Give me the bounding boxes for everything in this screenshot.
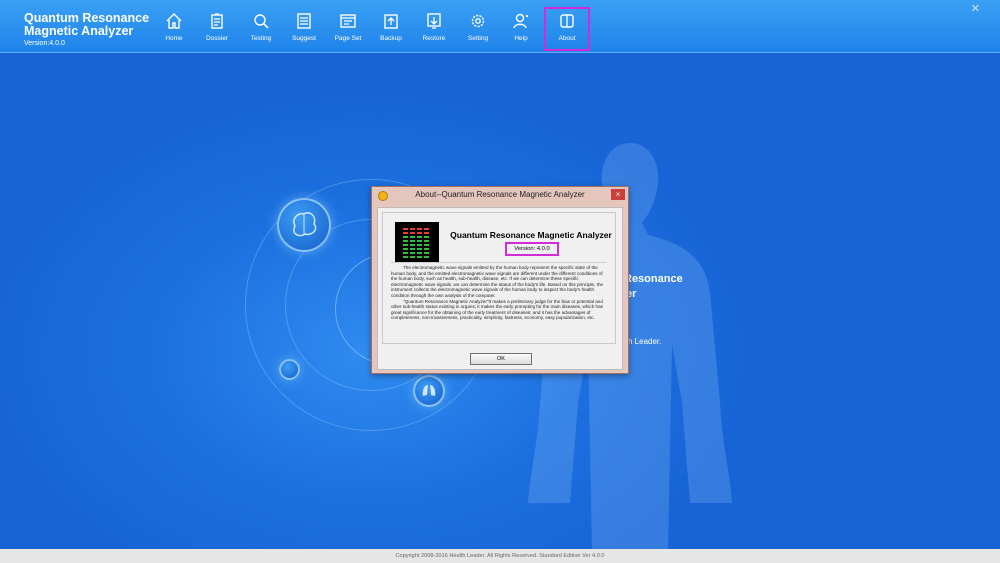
background-company-fragment: lth Leader. [624,337,662,346]
divider [391,262,607,263]
toolbar-dossier-button[interactable]: Dossier [195,8,239,50]
download-icon [427,13,441,29]
home-icon [166,13,182,29]
toolbar-dossier-label: Dossier [205,35,229,42]
user-help-icon [513,13,528,29]
description-paragraph-2: "Quantum Resonance Magnetic Analyzer"It … [391,298,603,321]
lungs-icon [422,385,436,396]
app-version: Version:4.0.0 [24,40,65,47]
gear-icon [471,14,485,28]
book-icon [560,14,574,28]
app-header: Quantum Resonance Magnetic Analyzer Vers… [0,0,1000,53]
toolbar-help-label: Help [514,35,528,42]
small-organ-button[interactable] [279,359,300,380]
dossier-icon [211,13,223,29]
product-info-panel: Quantum Resonance Magnetic Analyzer Vers… [382,212,616,344]
toolbar-page-set-label: Page Set [334,35,362,42]
upload-icon [384,14,398,29]
toolbar-backup-button[interactable]: Backup [369,8,413,50]
toolbar-setting-button[interactable]: Setting [456,8,500,50]
about-dialog: About--Quantum Resonance Magnetic Analyz… [371,186,629,374]
dialog-version-text: Version: 4.0.0 [514,246,550,252]
ok-button[interactable]: OK [470,353,532,365]
window-close-icon[interactable]: ✕ [971,2,980,15]
toolbar-help-button[interactable]: Help [499,8,543,50]
version-highlight-box: Version: 4.0.0 [505,242,559,256]
app-title: Quantum Resonance Magnetic Analyzer [24,11,150,38]
toolbar-backup-label: Backup [380,35,402,42]
list-icon [297,13,311,29]
toolbar-home-button[interactable]: Home [152,8,196,50]
dialog-close-button[interactable]: × [611,189,625,200]
page-icon [340,14,356,28]
magnifier-icon [254,14,269,29]
about-dialog-title: About--Quantum Resonance Magnetic Analyz… [415,190,585,199]
product-name: Quantum Resonance Magnetic Analyzer [450,230,612,240]
toolbar-home-label: Home [165,35,183,42]
toolbar-setting-label: Setting [467,35,489,42]
about-dialog-titlebar[interactable]: About--Quantum Resonance Magnetic Analyz… [372,187,628,204]
about-dialog-body: Quantum Resonance Magnetic Analyzer Vers… [377,207,623,370]
equalizer-logo-icon [395,222,439,262]
toolbar-suggest-label: Suggest [292,35,316,42]
toolbar-about-button[interactable]: About [544,7,590,51]
product-description: The electromagnetic wave signals emitted… [391,265,609,321]
description-paragraph-1: The electromagnetic wave signals emitted… [391,265,604,298]
toolbar-suggest-button[interactable]: Suggest [282,8,326,50]
lungs-organ-button[interactable] [413,375,445,407]
status-bar: Copyright 2008-2016 Health Leader. All R… [0,549,1000,563]
background-title-fragment: Resonance [624,273,683,285]
toolbar-restore-button[interactable]: Restore [412,8,456,50]
brain-icon [293,212,317,237]
brain-organ-button[interactable] [277,198,331,252]
toolbar-testing-label: Testing [250,35,272,42]
toolbar-page-set-button[interactable]: Page Set [326,8,370,50]
toolbar-testing-button[interactable]: Testing [239,8,283,50]
toolbar-about-label: About [558,35,576,42]
toolbar-restore-label: Restore [422,35,446,42]
